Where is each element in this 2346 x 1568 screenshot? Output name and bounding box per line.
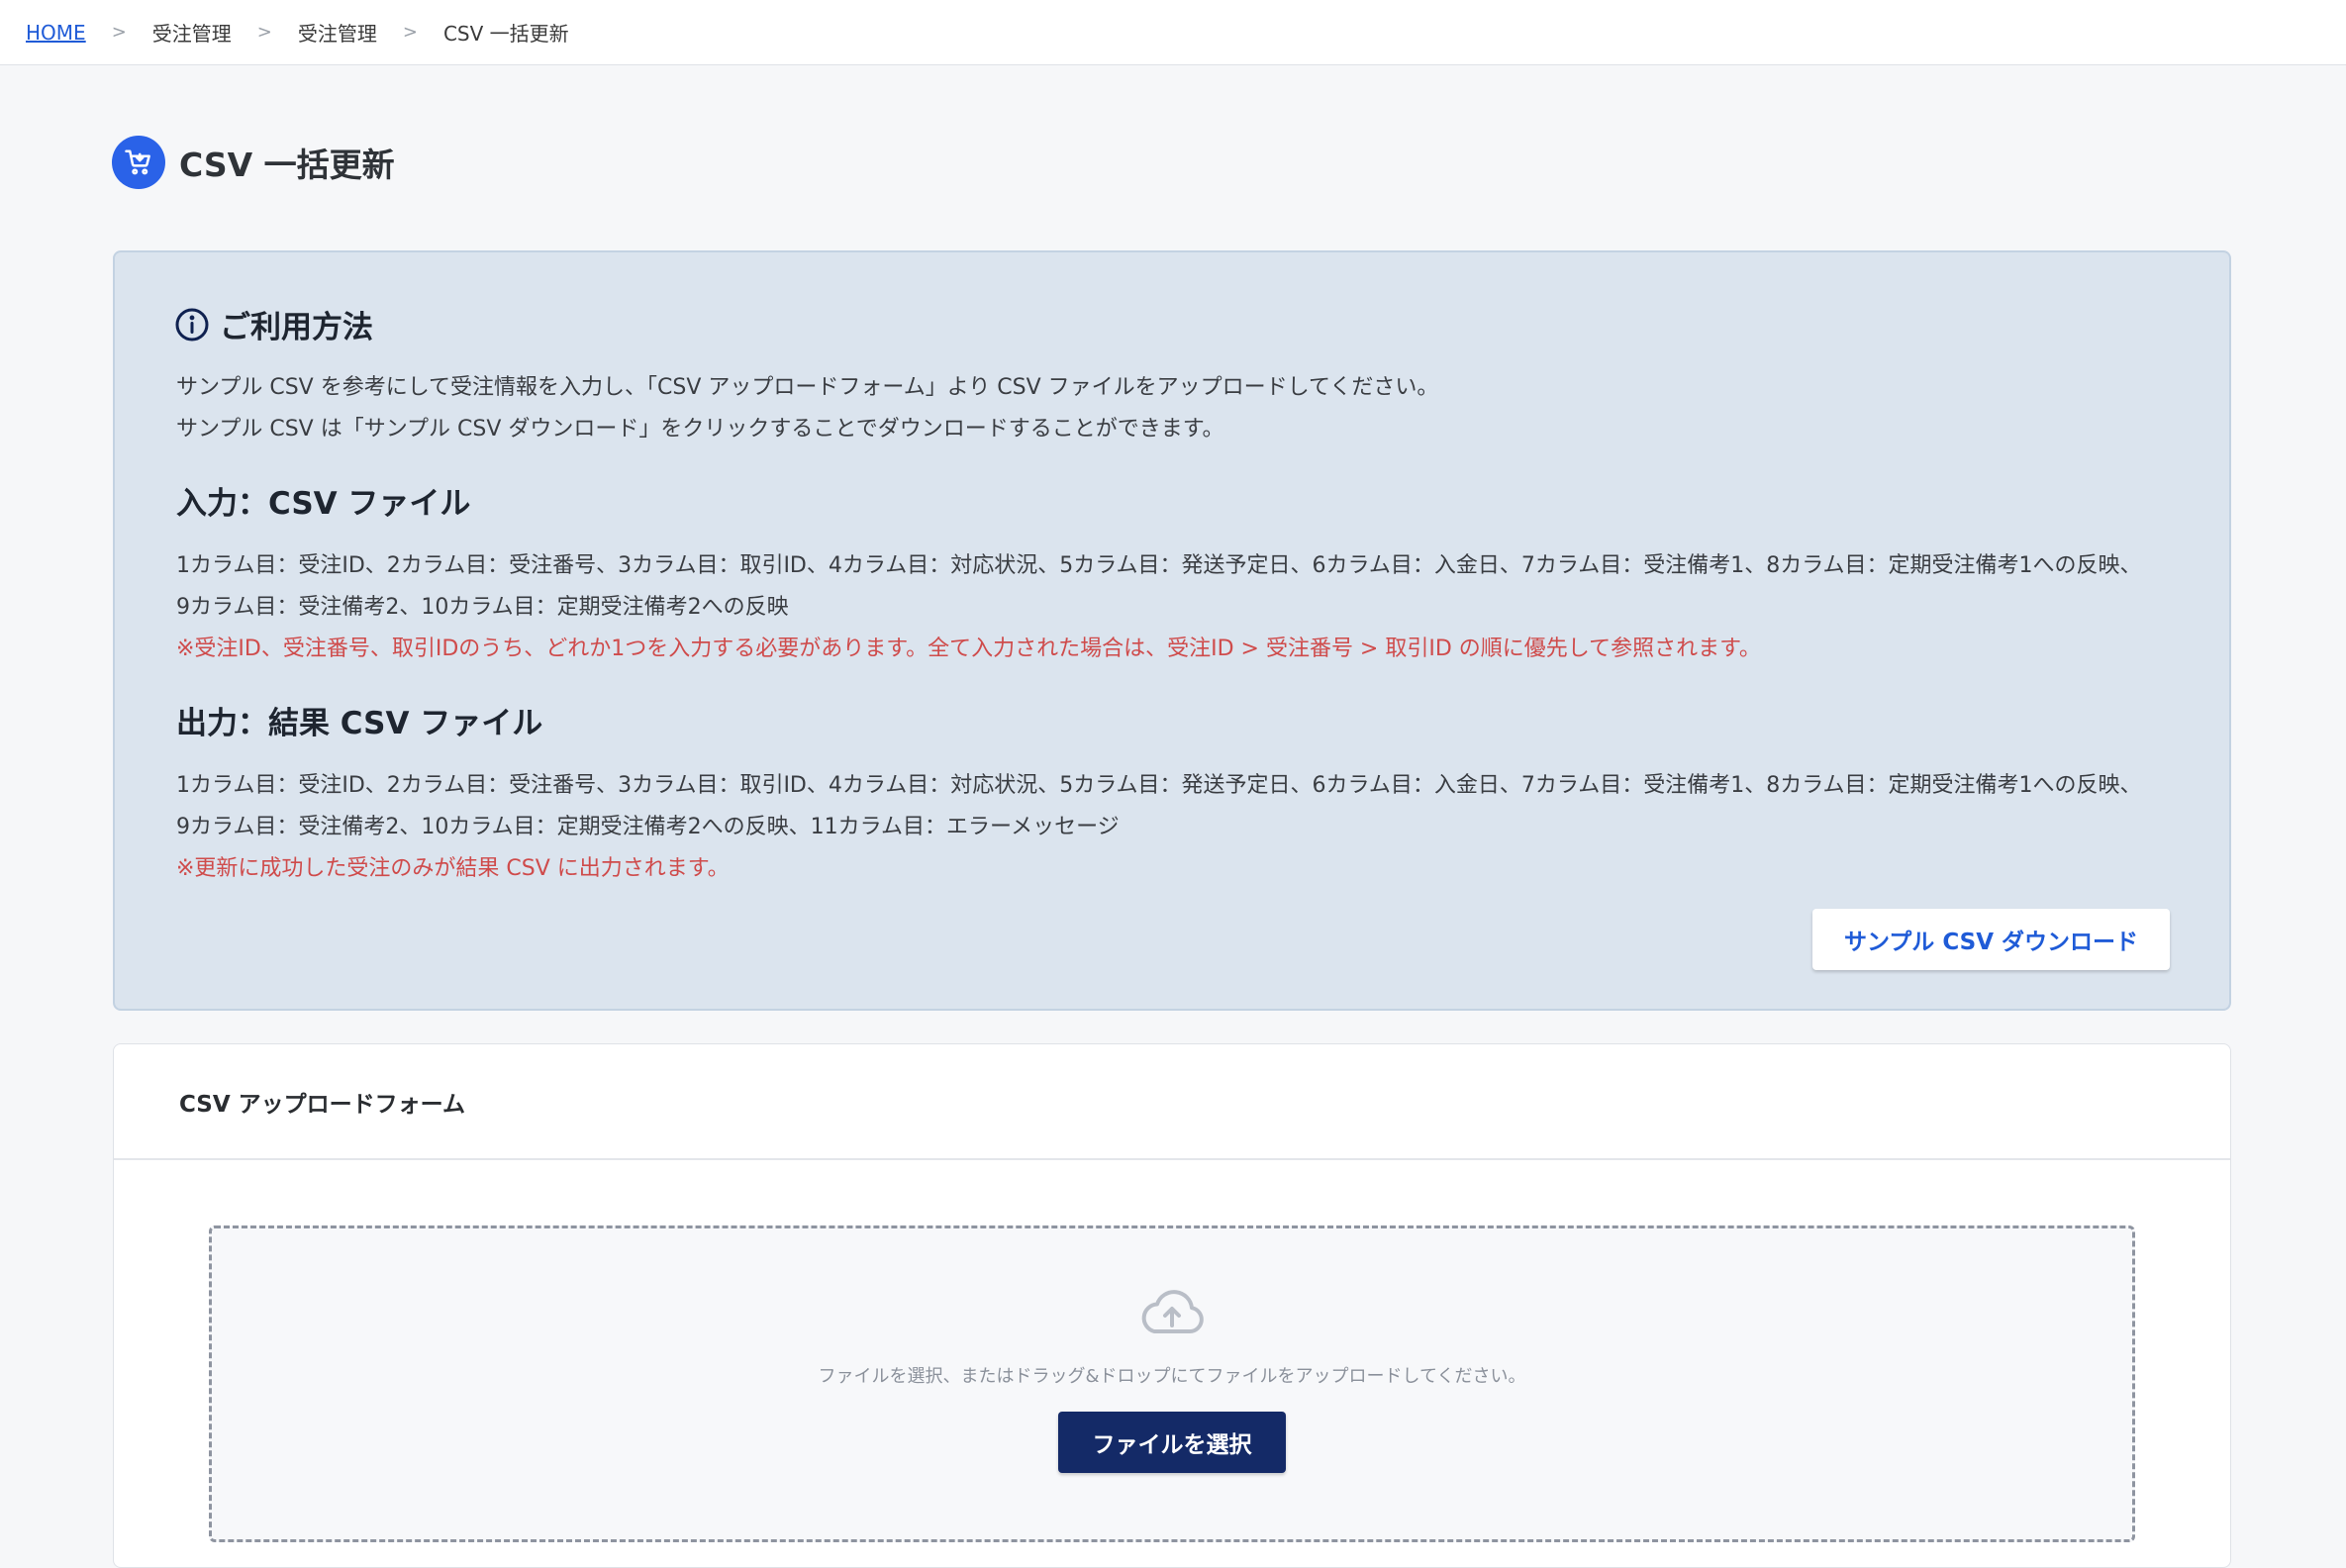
input-columns-line-2: 9カラム目：受注備考2、10カラム目：定期受注備考2への反映 (176, 595, 789, 620)
input-section-heading: 入力：CSV ファイル (176, 486, 471, 522)
usage-info-panel: ご利用方法 サンプル CSV を参考にして受注情報を入力し、「CSV アップロー… (113, 250, 2231, 1011)
output-columns-line-1: 1カラム目：受注ID、2カラム目：受注番号、3カラム目：取引ID、4カラム目：対… (176, 773, 2142, 798)
cloud-upload-icon (1136, 1288, 1208, 1341)
page-title-text: CSV 一括更新 (179, 146, 395, 184)
file-dropzone[interactable]: ファイルを選択、またはドラッグ&ドロップにてファイルをアップロードしてください。… (209, 1225, 2135, 1542)
info-icon (174, 307, 210, 343)
cart-icon (112, 136, 165, 189)
breadcrumb-item-orders: 受注管理 (151, 22, 232, 46)
upload-form-title: CSV アップロードフォーム (179, 1091, 465, 1118)
dropzone-instruction: ファイルを選択、またはドラッグ&ドロップにてファイルをアップロードしてください。 (818, 1366, 1526, 1387)
output-note: ※更新に成功した受注のみが結果 CSV に出力されます。 (176, 856, 730, 881)
breadcrumb-separator: > (256, 22, 272, 43)
usage-intro-line-1: サンプル CSV を参考にして受注情報を入力し、「CSV アップロードフォーム」… (176, 375, 1439, 400)
output-section-heading: 出力：結果 CSV ファイル (176, 706, 543, 741)
page-title: CSV 一括更新 (112, 135, 395, 190)
breadcrumb-item-current: CSV 一括更新 (442, 22, 569, 46)
breadcrumb-separator: > (402, 22, 418, 43)
sample-csv-download-button[interactable]: サンプル CSV ダウンロード (1812, 909, 2170, 970)
csv-upload-form: CSV アップロードフォーム ファイルを選択、またはドラッグ&ドロップにてファイ… (113, 1043, 2231, 1568)
input-note: ※受注ID、受注番号、取引IDのうち、どれか1つを入力する必要があります。全て入… (176, 637, 1761, 661)
upload-form-header: CSV アップロードフォーム (114, 1044, 2230, 1160)
usage-heading-text: ご利用方法 (220, 310, 373, 345)
breadcrumb-home-link[interactable]: HOME (26, 21, 86, 45)
breadcrumb-item-orders-sub: 受注管理 (297, 22, 377, 46)
breadcrumb-separator: > (111, 22, 127, 43)
input-columns-line-1: 1カラム目：受注ID、2カラム目：受注番号、3カラム目：取引ID、4カラム目：対… (176, 553, 2142, 578)
usage-intro-line-2: サンプル CSV は「サンプル CSV ダウンロード」をクリックすることでダウン… (176, 417, 1224, 441)
usage-heading: ご利用方法 (174, 302, 373, 346)
breadcrumb: HOME > 受注管理 > 受注管理 > CSV 一括更新 (0, 0, 2346, 65)
select-file-button[interactable]: ファイルを選択 (1058, 1412, 1286, 1473)
output-columns-line-2: 9カラム目：受注備考2、10カラム目：定期受注備考2への反映、11カラム目：エラ… (176, 815, 1120, 839)
